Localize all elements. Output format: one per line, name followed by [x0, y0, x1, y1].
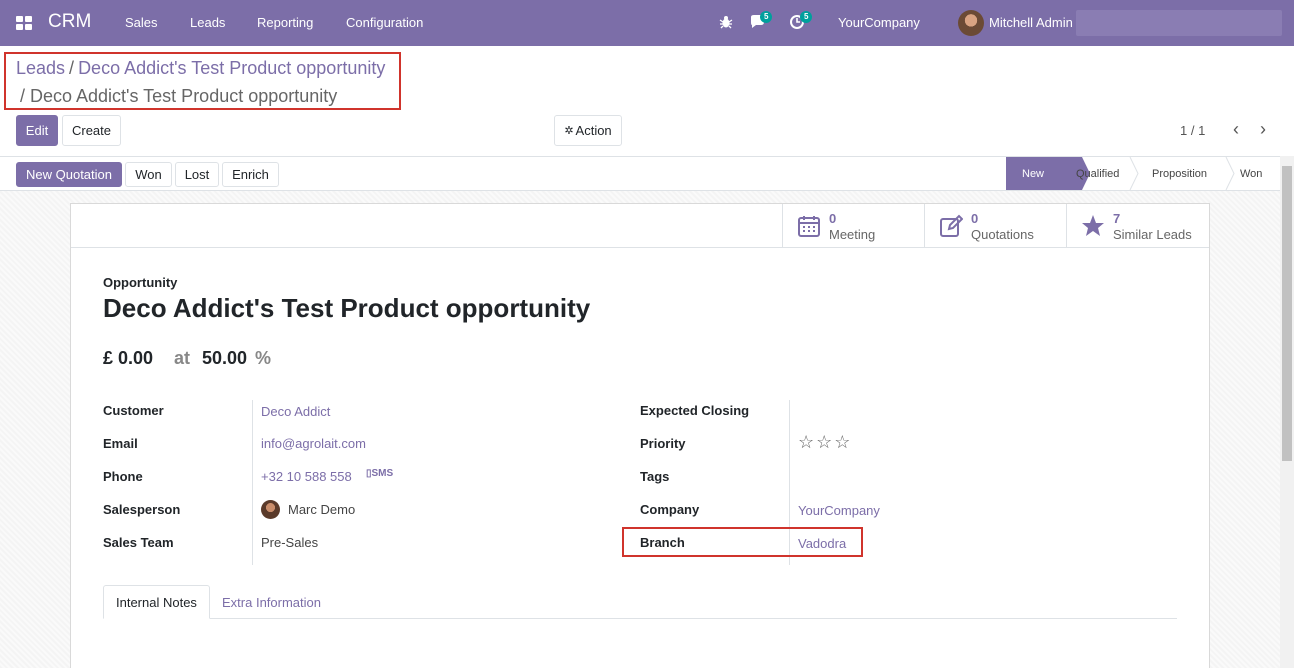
percent-sign: %	[255, 348, 272, 368]
new-quotation-button[interactable]: New Quotation	[16, 162, 122, 187]
stage-proposition[interactable]: Proposition	[1152, 157, 1207, 190]
app-name[interactable]: CRM	[48, 11, 91, 33]
probability[interactable]: 50.00	[202, 348, 247, 369]
smart-button-bar: 0 Meeting 0 Quotations 7 Similar Leads	[71, 204, 1209, 248]
customer-value[interactable]: Deco Addict	[261, 404, 330, 419]
customer-label: Customer	[103, 403, 164, 418]
menu-reporting[interactable]: Reporting	[257, 15, 313, 30]
email-label: Email	[103, 436, 138, 451]
menu-configuration[interactable]: Configuration	[346, 15, 423, 30]
breadcrumb-leads[interactable]: Leads	[16, 58, 65, 78]
sms-button[interactable]: ▯SMS	[366, 468, 393, 479]
similar-leads-label: Similar Leads	[1113, 227, 1192, 242]
priority-label: Priority	[640, 436, 686, 451]
quotations-label: Quotations	[971, 227, 1034, 242]
enrich-button[interactable]: Enrich	[222, 162, 279, 187]
branch-label: Branch	[640, 535, 685, 550]
user-menu[interactable]: Mitchell Admin	[989, 15, 1073, 30]
similar-leads-smart-button[interactable]: 7 Similar Leads	[1066, 204, 1209, 247]
company-value[interactable]: YourCompany	[798, 503, 880, 518]
clock-icon[interactable]: 5	[789, 11, 813, 32]
similar-leads-count: 7	[1113, 211, 1121, 226]
calendar-icon	[798, 216, 820, 237]
stage-qualified[interactable]: Qualified	[1076, 157, 1119, 190]
stage-arrows	[1006, 157, 1235, 190]
breadcrumb-opportunity[interactable]: Deco Addict's Test Product opportunity	[78, 58, 385, 78]
tags-label: Tags	[640, 469, 670, 484]
action-button[interactable]: ✲ Action	[554, 115, 622, 146]
expected-revenue[interactable]: £ 0.00	[103, 348, 153, 369]
bug-icon[interactable]	[718, 14, 736, 32]
salesperson-avatar	[261, 500, 280, 519]
star-outline-icon[interactable]: ☆	[798, 432, 816, 452]
breadcrumb-separator: /	[69, 58, 75, 78]
user-avatar[interactable]	[958, 10, 984, 36]
menu-sales[interactable]: Sales	[125, 15, 158, 30]
sales-team-label: Sales Team	[103, 535, 174, 550]
redacted-area	[1076, 10, 1282, 36]
expected-closing-label: Expected Closing	[640, 403, 750, 418]
action-label: Action	[575, 123, 612, 138]
quotations-smart-button[interactable]: 0 Quotations	[924, 204, 1066, 247]
pencil-square-icon	[940, 214, 963, 237]
breadcrumb: Leads / Deco Addict's Test Product opportu…	[16, 58, 385, 79]
field-divider	[252, 400, 253, 565]
apps-icon[interactable]	[16, 16, 32, 30]
statusbar: New Quotation Won Lost Enrich New Qualif…	[0, 156, 1294, 191]
notebook-tabs: Internal Notes Extra Information	[103, 585, 1177, 619]
meeting-count: 0	[829, 211, 837, 226]
menu-leads[interactable]: Leads	[190, 15, 225, 30]
sms-label: SMS	[371, 468, 394, 479]
chat-badge: 5	[760, 11, 773, 23]
star-outline-icon[interactable]: ☆	[816, 432, 834, 452]
record-title[interactable]: Deco Addict's Test Product opportunity	[103, 293, 590, 324]
tab-extra-information[interactable]: Extra Information	[210, 585, 333, 619]
priority-stars[interactable]: ☆☆☆	[798, 432, 852, 453]
form-sheet: 0 Meeting 0 Quotations 7 Similar Leads O…	[70, 203, 1210, 668]
chevron-right-icon[interactable]: ›	[1255, 120, 1271, 138]
chevron-left-icon[interactable]: ‹	[1228, 120, 1244, 138]
star-outline-icon[interactable]: ☆	[834, 432, 852, 452]
activity-badge: 5	[800, 11, 813, 23]
breadcrumb-current: / Deco Addict's Test Product opportunity	[20, 86, 338, 106]
edit-button[interactable]: Edit	[16, 115, 58, 146]
company-label: Company	[640, 502, 700, 517]
meeting-label: Meeting	[829, 227, 876, 242]
at-label: at	[174, 348, 191, 368]
phone-value[interactable]: +32 10 588 558	[261, 469, 352, 484]
phone-label: Phone	[103, 469, 143, 484]
create-button[interactable]: Create	[62, 115, 121, 146]
pager-value[interactable]: 1 / 1	[1180, 123, 1205, 138]
email-value[interactable]: info@agrolait.com	[261, 436, 366, 451]
vertical-scrollbar[interactable]	[1280, 156, 1294, 668]
star-icon	[1082, 215, 1104, 236]
salesperson-value[interactable]: Marc Demo	[288, 502, 355, 517]
salesperson-label: Salesperson	[103, 502, 181, 517]
top-navbar: CRM Sales Leads Reporting Configuration …	[0, 0, 1294, 46]
meeting-smart-button[interactable]: 0 Meeting	[782, 204, 924, 247]
lost-button[interactable]: Lost	[175, 162, 219, 187]
scroll-thumb[interactable]	[1282, 166, 1292, 461]
branch-value[interactable]: Vadodra	[798, 536, 846, 551]
tab-internal-notes[interactable]: Internal Notes	[103, 585, 210, 619]
chat-icon[interactable]: 5	[749, 11, 773, 32]
stage-new[interactable]: New	[1022, 157, 1044, 190]
won-button[interactable]: Won	[125, 162, 172, 187]
sales-team-value[interactable]: Pre-Sales	[261, 535, 318, 550]
stage-won[interactable]: Won	[1240, 157, 1262, 190]
record-type-label: Opportunity	[103, 275, 178, 290]
gear-icon: ✲	[564, 125, 574, 137]
company-switcher[interactable]: YourCompany	[838, 15, 920, 30]
quotations-count: 0	[971, 211, 979, 226]
